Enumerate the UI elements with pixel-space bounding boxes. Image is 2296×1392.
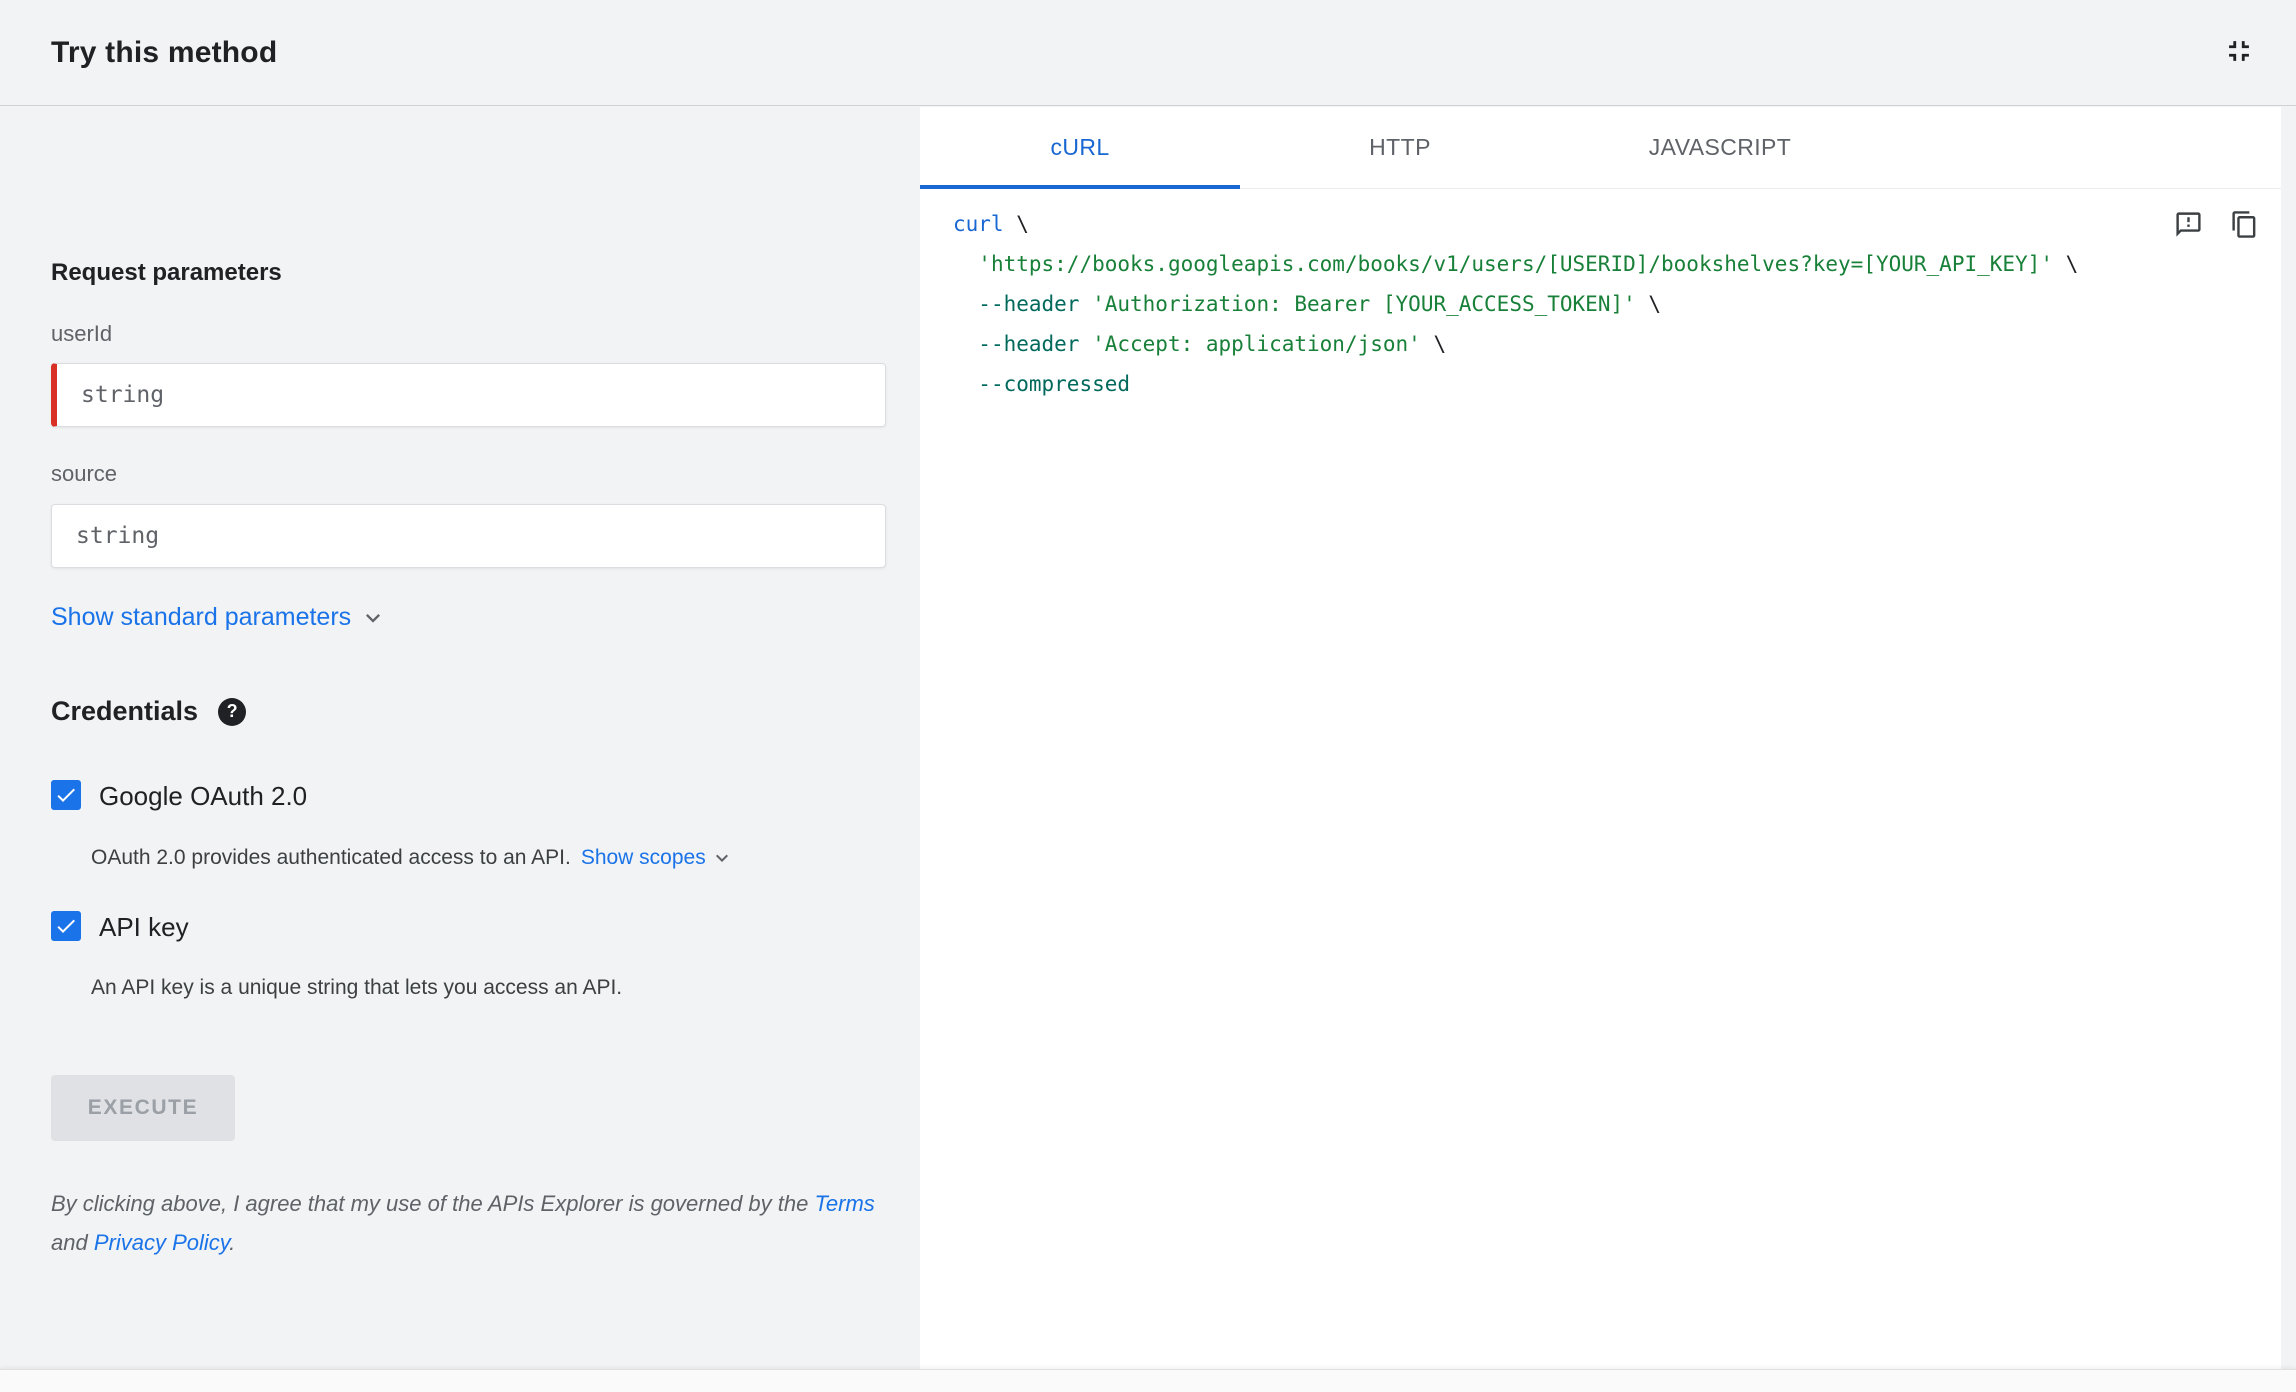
check-icon: [57, 919, 75, 933]
apis-explorer-try-method-dialog: { "header": { "title": "Try this method"…: [0, 0, 2296, 1392]
param-label-userid: userId: [51, 321, 113, 346]
code-tabbar: cURL HTTP JAVASCRIPT: [920, 107, 2281, 189]
disclaimer-text: By clicking above, I agree that my use o…: [51, 1184, 896, 1262]
oauth-checkbox[interactable]: [51, 780, 81, 810]
collapse-button[interactable]: [2216, 30, 2262, 76]
disclaimer-mid: and: [51, 1230, 94, 1255]
tab-javascript[interactable]: JAVASCRIPT: [1560, 107, 1880, 188]
show-scopes-label: Show scopes: [580, 846, 706, 869]
code-panel: cURL HTTP JAVASCRIPT curl \ 'https://boo…: [920, 107, 2281, 1369]
oauth-checkbox-label: Google OAuth 2.0: [99, 781, 308, 811]
code-line: 'https://books.googleapis.com/books/v1/u…: [978, 252, 2079, 276]
chevron-down-icon: [715, 854, 728, 862]
chevron-down-icon: [366, 613, 381, 623]
check-icon: [57, 788, 75, 802]
footer-strip: [0, 1369, 2296, 1392]
disclaimer-pre: By clicking above, I agree that my use o…: [51, 1191, 815, 1216]
privacy-policy-link[interactable]: Privacy Policy: [94, 1230, 229, 1255]
exit-fullscreen-icon: [2222, 34, 2256, 71]
help-icon[interactable]: ?: [218, 697, 247, 726]
disclaimer-post: .: [229, 1230, 236, 1255]
dialog-header: Try this method: [0, 0, 2296, 106]
page-title: Try this method: [51, 35, 278, 69]
request-parameters-title: Request parameters: [51, 259, 282, 286]
show-scopes-link[interactable]: Show scopes: [581, 846, 734, 870]
api-key-description-text: An API key is a unique string that lets …: [91, 976, 623, 999]
code-line: --header 'Accept: application/json' \: [978, 332, 1447, 356]
show-standard-parameters-label: Show standard parameters: [51, 603, 352, 631]
oauth-description: OAuth 2.0 provides authenticated access …: [91, 846, 734, 870]
tab-curl[interactable]: cURL: [920, 107, 1240, 189]
api-key-checkbox-label: API key: [99, 912, 189, 942]
param-label-source: source: [51, 461, 118, 486]
api-key-checkbox[interactable]: [51, 911, 81, 941]
request-panel: Request parameters userId source Show st…: [0, 107, 920, 1369]
code-actions: [2171, 209, 2261, 243]
copy-code-button[interactable]: [2227, 209, 2261, 243]
code-line: --compressed: [978, 372, 1131, 396]
copy-icon: [2230, 210, 2259, 242]
feedback-icon: [2174, 210, 2203, 242]
credentials-title: Credentials ?: [51, 696, 247, 727]
execute-button[interactable]: EXECUTE: [51, 1075, 235, 1141]
terms-link[interactable]: Terms: [814, 1191, 874, 1216]
source-input[interactable]: [51, 504, 886, 568]
code-sample: curl \ 'https://books.googleapis.com/boo…: [920, 189, 2281, 404]
api-key-description: An API key is a unique string that lets …: [91, 976, 622, 1000]
feedback-button[interactable]: [2171, 209, 2205, 243]
code-line: --header 'Authorization: Bearer [YOUR_AC…: [978, 292, 1662, 316]
oauth-description-text: OAuth 2.0 provides authenticated access …: [91, 846, 571, 869]
userid-input[interactable]: [51, 363, 886, 427]
code-line: curl \: [953, 212, 1029, 236]
show-standard-parameters-link[interactable]: Show standard parameters: [51, 603, 387, 632]
credentials-title-label: Credentials: [51, 696, 199, 726]
tab-http[interactable]: HTTP: [1240, 107, 1560, 188]
